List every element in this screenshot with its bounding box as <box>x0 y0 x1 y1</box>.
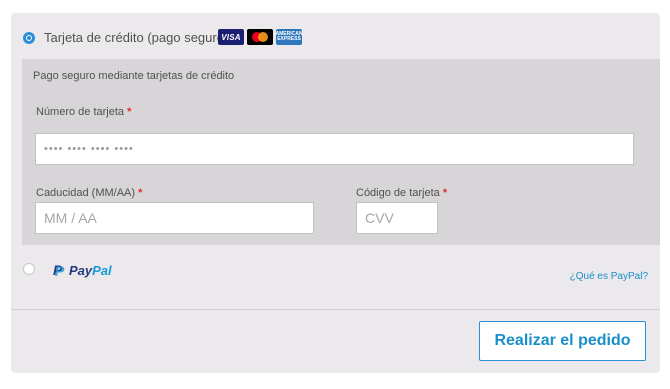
credit-card-option[interactable]: Tarjeta de crédito (pago seguro) VISA AM… <box>11 13 660 59</box>
card-number-label: Número de tarjeta * <box>36 106 132 118</box>
credit-card-form: Pago seguro mediante tarjetas de crédito… <box>22 59 660 245</box>
credit-card-radio[interactable] <box>23 32 35 44</box>
paypal-radio[interactable] <box>23 263 35 275</box>
expiry-input[interactable]: MM / AA <box>35 202 314 234</box>
mastercard-logo-icon <box>247 29 273 45</box>
expiry-label: Caducidad (MM/AA) * <box>36 187 143 199</box>
credit-card-option-label[interactable]: Tarjeta de crédito (pago seguro) <box>44 30 228 45</box>
place-order-button[interactable]: Realizar el pedido <box>479 321 646 361</box>
cvv-input[interactable]: CVV <box>356 202 438 234</box>
visa-logo-icon: VISA <box>218 29 244 45</box>
card-logos: VISA AMERICAN EXPRESS <box>218 29 302 45</box>
paypal-icon: PP <box>53 262 65 279</box>
payment-methods-panel: Tarjeta de crédito (pago seguro) VISA AM… <box>11 13 660 373</box>
required-marker: * <box>127 106 132 118</box>
required-marker: * <box>442 187 448 199</box>
credit-card-form-title: Pago seguro mediante tarjetas de crédito <box>33 70 235 82</box>
paypal-logo-text: PayPal <box>69 262 112 278</box>
paypal-option[interactable]: PP PayPal <box>52 262 112 279</box>
what-is-paypal-link[interactable]: ¿Qué es PayPal? <box>570 271 648 282</box>
required-marker: * <box>138 187 143 199</box>
card-number-input[interactable]: •••• •••• •••• •••• <box>35 133 634 165</box>
amex-logo-icon: AMERICAN EXPRESS <box>276 29 302 45</box>
divider <box>11 309 660 310</box>
cvv-label: Código de tarjeta * <box>356 187 448 199</box>
